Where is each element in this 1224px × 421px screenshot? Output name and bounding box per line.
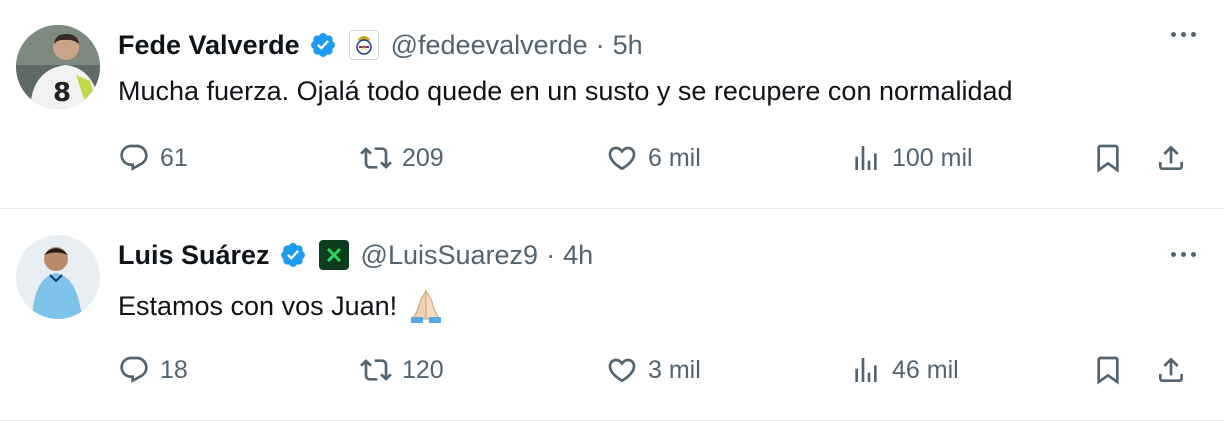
- timestamp[interactable]: 4h: [563, 240, 593, 271]
- views-chart-icon: [855, 358, 877, 382]
- display-name[interactable]: Luis Suárez: [118, 240, 270, 271]
- tweet-actions: 61 209 6 mil 100 mil: [0, 142, 1224, 182]
- views-count: 100 mil: [892, 143, 973, 172]
- user-handle[interactable]: @fedeevalverde: [391, 30, 588, 61]
- heart-icon: [608, 146, 636, 171]
- bookmark-button[interactable]: [1092, 354, 1124, 386]
- like-count: 3 mil: [648, 355, 701, 384]
- views-chart-icon: [855, 146, 877, 170]
- retweet-button[interactable]: 120: [360, 354, 444, 386]
- share-button[interactable]: [1155, 142, 1187, 174]
- tweet-header: Fede Valverde R @fedeevalverde · 5h: [118, 27, 643, 63]
- like-button[interactable]: 6 mil: [606, 142, 701, 174]
- real-madrid-crest-icon[interactable]: R: [348, 30, 379, 60]
- folded-hands-emoji-icon: [407, 287, 445, 325]
- retweet-count: 209: [402, 143, 444, 172]
- svg-text:8: 8: [53, 78, 71, 108]
- tweet-item[interactable]: Luis Suárez @LuisSuarez9 · 4h Estamos co…: [0, 209, 1224, 421]
- avatar[interactable]: 8: [16, 25, 100, 109]
- green-club-crest-icon[interactable]: [318, 240, 349, 270]
- share-button[interactable]: [1155, 354, 1187, 386]
- tweet-actions: 18 120 3 mil 46 mil: [0, 354, 1224, 394]
- views-button[interactable]: 46 mil: [850, 354, 959, 386]
- tweet-item[interactable]: 8 Fede Valverde R @fedeevalverde · 5h Mu…: [0, 0, 1224, 209]
- timestamp[interactable]: 5h: [613, 30, 643, 61]
- separator: ·: [595, 29, 605, 60]
- views-button[interactable]: 100 mil: [850, 142, 973, 174]
- retweet-count: 120: [402, 355, 444, 384]
- reply-count: 18: [160, 355, 188, 384]
- separator: ·: [546, 239, 556, 270]
- bookmark-icon: [1097, 356, 1119, 385]
- tweet-header: Luis Suárez @LuisSuarez9 · 4h: [118, 237, 593, 273]
- views-count: 46 mil: [892, 355, 959, 384]
- reply-button[interactable]: 18: [118, 354, 188, 386]
- more-options-icon[interactable]: [1171, 32, 1196, 37]
- heart-icon: [608, 358, 636, 383]
- reply-count: 61: [160, 143, 188, 172]
- like-button[interactable]: 3 mil: [606, 354, 701, 386]
- verified-badge-icon: [309, 31, 337, 59]
- user-handle[interactable]: @LuisSuarez9: [361, 240, 539, 271]
- retweet-icon: [360, 359, 392, 381]
- tweet-text: Estamos con vos Juan!: [118, 287, 445, 325]
- more-options-icon[interactable]: [1171, 252, 1196, 257]
- display-name[interactable]: Fede Valverde: [118, 30, 300, 61]
- reply-button[interactable]: 61: [118, 142, 188, 174]
- reply-icon: [120, 144, 148, 171]
- tweet-text: Mucha fuerza. Ojalá todo quede en un sus…: [118, 76, 1013, 106]
- svg-text:R: R: [362, 45, 366, 52]
- retweet-button[interactable]: 209: [360, 142, 444, 174]
- bookmark-button[interactable]: [1092, 142, 1124, 174]
- share-icon: [1159, 145, 1183, 170]
- bookmark-icon: [1097, 144, 1119, 173]
- like-count: 6 mil: [648, 143, 701, 172]
- reply-icon: [120, 356, 148, 383]
- avatar[interactable]: [16, 235, 100, 319]
- verified-badge-icon: [279, 241, 307, 269]
- share-icon: [1159, 357, 1183, 382]
- retweet-icon: [360, 147, 392, 169]
